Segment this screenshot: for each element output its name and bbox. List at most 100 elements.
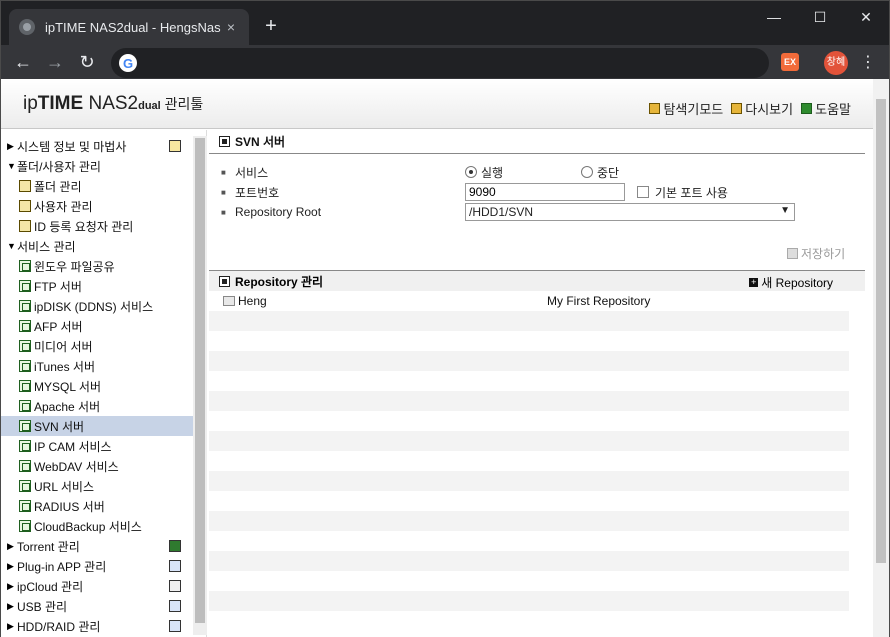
repo-root-row: ■ Repository Root /HDD1/SVN ▼ [221,202,795,222]
sidebar-item-cloudbackup[interactable]: CloudBackup 서비스 [1,516,193,536]
dropdown-arrow-icon: ▼ [780,205,790,216]
sidebar-item-hdd-raid[interactable]: ▶ HDD/RAID 관리 [1,616,193,636]
port-label: 포트번호 [235,185,280,200]
repo-root-select[interactable]: /HDD1/SVN ▼ [465,203,795,221]
close-window-button[interactable]: ✕ [843,1,889,33]
sidebar-item-id-request[interactable]: ID 등록 요청자 관리 [1,216,193,236]
help-link[interactable]: 도움말 [801,99,851,118]
sidebar-scrollbar[interactable] [193,136,207,635]
app-header: ipTIME NAS2dual 관리툴 탐색기모드 다시보기 도움말 [1,79,873,129]
sidebar-item-user-manage[interactable]: 사용자 관리 [1,196,193,216]
sidebar-item-system-info[interactable]: ▶ 시스템 정보 및 마법사 [1,136,193,156]
sidebar-scroll-thumb[interactable] [195,138,205,623]
sidebar-item-afp[interactable]: AFP 서버 [1,316,193,336]
table-row [209,591,849,611]
sidebar-item-usb[interactable]: ▶ USB 관리 [1,596,193,616]
sidebar-item-windows-share[interactable]: 윈도우 파일공유 [1,256,193,276]
sidebar-item-ipcloud[interactable]: ▶ ipCloud 관리 [1,576,193,596]
collapse-arrow-icon: ▼ [7,241,16,251]
run-radio[interactable] [465,166,477,178]
default-port-checkbox[interactable] [637,186,649,198]
section-title: SVN 서버 [209,130,865,154]
sidebar-item-apache[interactable]: Apache 서버 [1,396,193,416]
browser-toolbar: ← → ↻ G EX 창혜 ⋮ [1,45,889,79]
service-label: 서비스 [235,165,269,180]
sidebar-item-mysql[interactable]: MYSQL 서버 [1,376,193,396]
port-input[interactable] [465,183,625,201]
extension-icon[interactable]: EX [781,53,799,71]
bullet-icon: ■ [221,187,226,197]
back-button[interactable]: ← [7,46,39,78]
sidebar-item-service-manage[interactable]: ▼ 서비스 관리 [1,236,193,256]
page-scroll-thumb[interactable] [876,99,886,563]
save-button[interactable]: 저장하기 [787,245,845,262]
stop-label: 중단 [597,165,620,180]
sidebar-item-ipdisk[interactable]: ipDISK (DDNS) 서비스 [1,296,193,316]
profile-avatar[interactable]: 창혜 [824,51,848,75]
sidebar-item-url[interactable]: URL 서비스 [1,476,193,496]
service-icon [19,300,31,312]
new-tab-button[interactable]: + [259,14,283,38]
tab-close-icon[interactable]: × [223,19,239,35]
torrent-icon [169,540,181,552]
browser-menu-icon[interactable]: ⋮ [859,51,877,75]
table-row [209,491,849,511]
table-row [209,571,849,591]
table-row [209,351,849,371]
sidebar-item-folder-user[interactable]: ▼ 폴더/사용자 관리 [1,156,193,176]
folder-doc-icon [19,180,31,192]
sidebar-item-ipcam[interactable]: IP CAM 서비스 [1,436,193,456]
repo-name: Heng [238,294,267,308]
expand-arrow-icon: ▶ [7,620,14,631]
table-row [209,451,849,471]
google-icon: G [119,54,137,72]
bullet-icon: ■ [221,207,226,217]
service-icon [19,520,31,532]
maximize-button[interactable]: ☐ [797,1,843,33]
stop-radio[interactable] [581,166,593,178]
expand-arrow-icon: ▶ [7,600,14,611]
minimize-button[interactable]: — [751,1,797,33]
service-icon [19,280,31,292]
reload-button[interactable]: ↻ [71,46,103,78]
service-icon [19,460,31,472]
bullet-icon: ■ [221,167,226,177]
id-doc-icon [19,220,31,232]
main-panel: SVN 서버 ■ 서비스 실행 중단 ■ 포트번호 기본 포트 사용 ■ Rep… [209,130,865,637]
address-bar[interactable]: G [111,48,769,78]
sidebar-item-webdav[interactable]: WebDAV 서비스 [1,456,193,476]
expand-arrow-icon: ▶ [7,580,14,591]
sidebar: ▶ 시스템 정보 및 마법사 ▼ 폴더/사용자 관리 폴더 관리 사용자 관리 ID… [1,130,207,637]
iptime-logo: ipTIME NAS2dual 관리툴 [23,93,204,114]
service-icon [19,360,31,372]
new-repo-button[interactable]: + 새 Repository [749,274,833,291]
sidebar-tree: ▶ 시스템 정보 및 마법사 ▼ 폴더/사용자 관리 폴더 관리 사용자 관리 ID… [1,136,193,636]
service-row: ■ 서비스 실행 중단 [221,162,619,182]
page-scrollbar[interactable] [873,79,889,637]
sidebar-item-plugin-app[interactable]: ▶ Plug-in APP 관리 [1,556,193,576]
browser-window: ipTIME NAS2dual - HengsNas × + — ☐ ✕ ← →… [0,0,890,637]
save-icon [787,248,798,259]
repo-icon [223,296,235,306]
service-icon [19,400,31,412]
table-row [209,551,849,571]
sidebar-item-torrent[interactable]: ▶ Torrent 관리 [1,536,193,556]
plugin-icon [169,560,181,572]
table-row [209,531,849,551]
globe-icon [19,19,35,35]
refresh-link[interactable]: 다시보기 [731,99,793,118]
forward-button[interactable]: → [39,46,71,78]
service-icon [19,340,31,352]
table-row[interactable]: Heng My First Repository [209,291,849,311]
table-row [209,471,849,491]
sidebar-item-ftp[interactable]: FTP 서버 [1,276,193,296]
sidebar-item-folder-manage[interactable]: 폴더 관리 [1,176,193,196]
explorer-mode-link[interactable]: 탐색기모드 [649,99,723,118]
sidebar-item-radius[interactable]: RADIUS 서버 [1,496,193,516]
sidebar-item-itunes[interactable]: iTunes 서버 [1,356,193,376]
sidebar-item-svn[interactable]: SVN 서버 [1,416,193,436]
section-icon [219,136,230,147]
browser-tab[interactable]: ipTIME NAS2dual - HengsNas × [9,9,249,45]
tab-strip: ipTIME NAS2dual - HengsNas × + — ☐ ✕ [1,1,889,45]
sidebar-item-media[interactable]: 미디어 서버 [1,336,193,356]
